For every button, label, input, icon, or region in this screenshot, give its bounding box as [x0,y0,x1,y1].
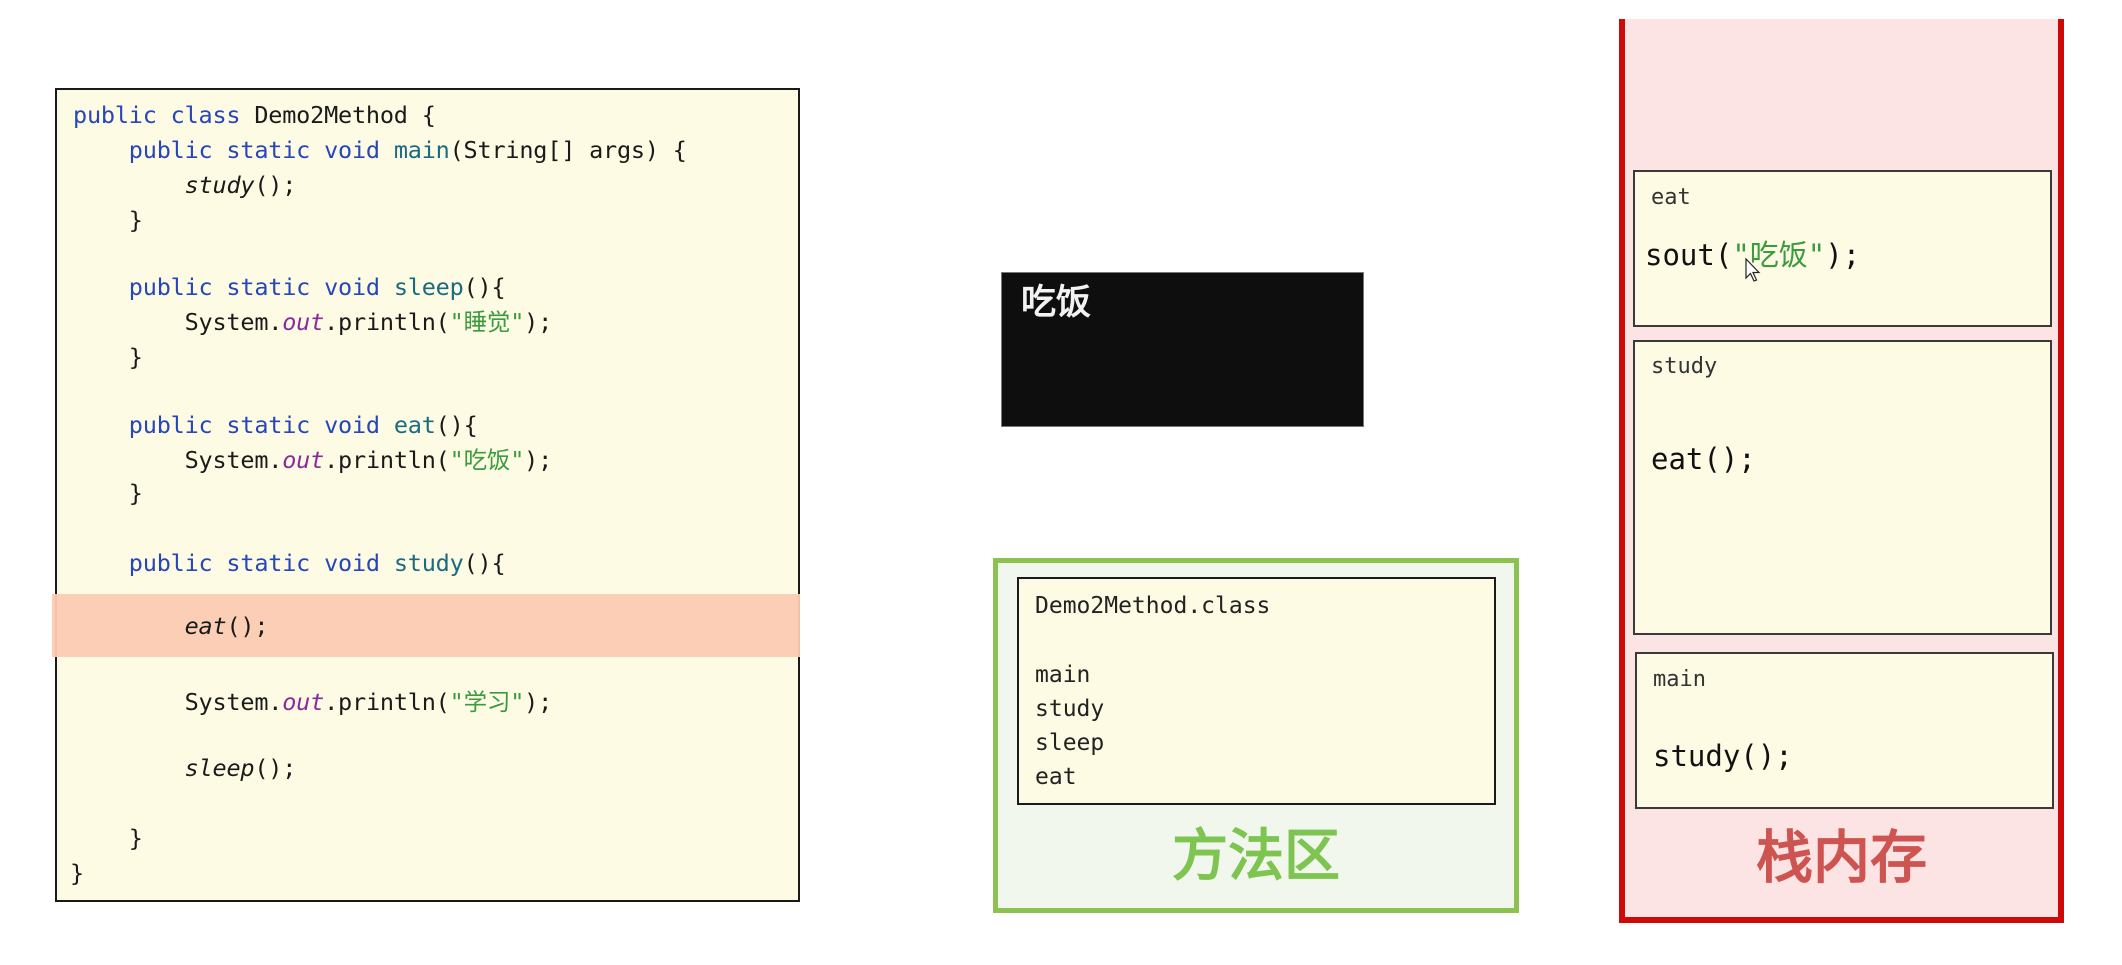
code-line: public static void eat(){ [73,408,478,442]
code-token: (); [254,754,297,782]
method-name: eat [393,411,436,439]
frame-name: main [1653,667,1706,692]
code-token: ); [524,308,553,336]
code-line: sleep(); [73,751,297,785]
method-entry: study [1035,696,1105,722]
code-token: (){ [435,411,478,439]
method-name: sleep [393,273,464,301]
method-area: Demo2Method.class main study sleep eat 方… [993,558,1519,913]
code-token: System. [73,688,283,716]
class-info-box: Demo2Method.class main study sleep eat [1017,577,1496,805]
method-area-label: 方法区 [1172,824,1340,889]
code-token: ); [524,688,553,716]
method-name: main [393,136,450,164]
string-literal: "吃饭" [449,446,525,474]
stack-memory: eat sout("吃饭"); study eat(); main study(… [1619,19,2064,923]
code-token: (){ [463,273,506,301]
code-line: public static void sleep(){ [73,270,506,304]
code-token: Demo2Method { [254,101,436,129]
code-token: (String[] args) { [449,136,687,164]
code-line: } [70,856,84,890]
stack-frame-study: study eat(); [1633,340,2052,635]
stack-memory-label: 栈内存 [1756,825,1927,891]
keyword: public static void [73,549,394,577]
code-line: public static void main(String[] args) { [73,133,687,167]
keyword: public static void [73,136,394,164]
code-token: } [73,343,143,371]
code-token: sleep [184,754,255,782]
code-line: System.out.println("吃饭"); [73,443,553,477]
mouse-cursor-icon [1745,258,1761,282]
code-line: study(); [73,168,297,202]
code-text: ); [1825,238,1861,272]
code-line: public class Demo2Method { [73,98,436,132]
code-token: .println( [324,308,450,336]
code-line: } [73,821,143,855]
console-output-text: 吃饭 [1021,283,1092,323]
method-name: study [393,549,464,577]
keyword: public class [73,101,255,129]
string-literal: "睡觉" [449,308,525,336]
code-token: .println( [324,446,450,474]
code-line: } [73,340,143,374]
code-token: (){ [463,549,506,577]
code-token: (); [254,171,297,199]
method-entry: sleep [1035,730,1105,756]
code-token: } [73,206,143,234]
field-name: out [282,446,325,474]
class-name: Demo2Method.class [1035,593,1271,619]
code-token: (); [226,612,269,640]
code-text: sout( [1645,238,1733,272]
code-token: System. [73,446,283,474]
code-token: ); [524,446,553,474]
code-token: System. [73,308,283,336]
code-token: } [73,824,143,852]
code-token: } [70,859,84,887]
frame-code: eat(); [1651,442,1756,476]
stack-frame-eat: eat sout("吃饭"); [1633,170,2052,327]
console-output-panel: 吃饭 [1001,272,1364,427]
code-token: eat [184,612,227,640]
code-line: } [73,203,143,237]
code-line: System.out.println("学习"); [73,685,553,719]
frame-name: eat [1651,185,1691,210]
code-line-current: eat(); [73,609,269,643]
code-token: } [73,479,143,507]
code-token: study [184,171,255,199]
code-line: System.out.println("睡觉"); [73,305,553,339]
keyword: public static void [73,273,394,301]
code-line: } [73,476,143,510]
method-entry: main [1035,662,1091,688]
stack-frame-main: main study(); [1635,652,2054,809]
field-name: out [282,688,325,716]
code-token: .println( [324,688,450,716]
frame-name: study [1651,354,1718,379]
string-literal: "学习" [449,688,525,716]
field-name: out [282,308,325,336]
method-entry: eat [1035,764,1077,790]
frame-code: study(); [1653,739,1793,773]
keyword: public static void [73,411,394,439]
code-line: public static void study(){ [73,546,506,580]
